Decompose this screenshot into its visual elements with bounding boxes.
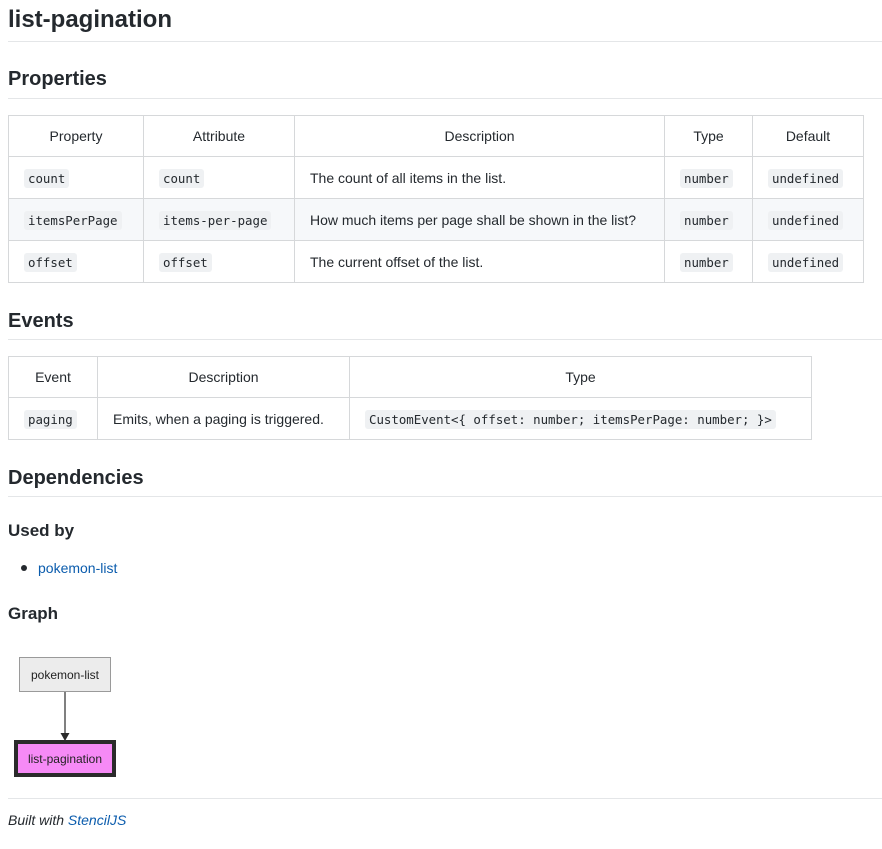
default-value: undefined (768, 168, 844, 188)
graph-node-label: list-pagination (27, 751, 103, 766)
column-header: Type (349, 356, 812, 398)
column-header: Type (664, 115, 753, 157)
page-title: list-pagination (8, 6, 172, 33)
column-header: Description (97, 356, 350, 398)
graph-heading: Graph (8, 604, 59, 623)
table-row: paging Emits, when a paging is triggered… (8, 397, 812, 440)
type-name: number (680, 168, 733, 188)
property-cell: offset (8, 240, 144, 283)
table-row: offset offset The current offset of the … (8, 240, 864, 283)
graph-node-list-pagination: list-pagination (14, 740, 116, 777)
column-header: Property (8, 115, 144, 157)
graph-node-label: pokemon-list (30, 667, 100, 682)
description-cell: Emits, when a paging is triggered. (97, 397, 350, 440)
bullet-icon (21, 565, 27, 571)
type-cell: number (664, 156, 753, 199)
footer-divider (8, 798, 882, 799)
type-name: number (680, 210, 733, 230)
default-value: undefined (768, 252, 844, 272)
attribute-cell: count (143, 156, 295, 199)
default-value: undefined (768, 210, 844, 230)
events-heading: Events (8, 310, 74, 332)
default-cell: undefined (752, 198, 864, 241)
attribute-name: count (159, 168, 205, 188)
events-divider (8, 339, 882, 340)
column-header: Description (294, 115, 665, 157)
type-name: CustomEvent<{ offset: number; itemsPerPa… (365, 409, 776, 429)
description-cell: How much items per page shall be shown i… (294, 198, 665, 241)
events-table: Event Description Type paging Emits, whe… (8, 356, 812, 440)
used-by-list: pokemon-list (8, 560, 117, 576)
footer: Built with StencilJS (8, 812, 126, 828)
type-cell: CustomEvent<{ offset: number; itemsPerPa… (349, 397, 812, 440)
column-header: Attribute (143, 115, 295, 157)
events-header-row: Event Description Type (8, 356, 812, 398)
attribute-cell: items-per-page (143, 198, 295, 241)
table-row: count count The count of all items in th… (8, 156, 864, 199)
dependencies-heading: Dependencies (8, 467, 144, 489)
property-name: itemsPerPage (24, 210, 122, 230)
dependencies-divider (8, 496, 882, 497)
properties-header-row: Property Attribute Description Type Defa… (8, 115, 864, 157)
event-name: paging (24, 409, 77, 429)
description-cell: The count of all items in the list. (294, 156, 665, 199)
list-item: pokemon-list (8, 560, 117, 576)
attribute-name: offset (159, 252, 212, 272)
graph-node-pokemon-list: pokemon-list (19, 657, 111, 692)
pokemon-list-link[interactable]: pokemon-list (38, 560, 117, 576)
column-header: Default (752, 115, 864, 157)
properties-table: Property Attribute Description Type Defa… (8, 115, 864, 283)
type-cell: number (664, 240, 753, 283)
footer-text: Built with (8, 812, 65, 828)
readme-page: list-pagination Properties Property Attr… (0, 0, 882, 849)
attribute-cell: offset (143, 240, 295, 283)
property-name: offset (24, 252, 77, 272)
properties-divider (8, 98, 882, 99)
type-name: number (680, 252, 733, 272)
property-cell: count (8, 156, 144, 199)
type-cell: number (664, 198, 753, 241)
stenciljs-link[interactable]: StencilJS (68, 812, 126, 828)
properties-heading: Properties (8, 68, 107, 90)
property-name: count (24, 168, 70, 188)
title-divider (8, 41, 882, 42)
table-row: itemsPerPage items-per-page How much ite… (8, 198, 864, 241)
event-cell: paging (8, 397, 98, 440)
default-cell: undefined (752, 240, 864, 283)
description-cell: The current offset of the list. (294, 240, 665, 283)
default-cell: undefined (752, 156, 864, 199)
attribute-name: items-per-page (159, 210, 272, 230)
property-cell: itemsPerPage (8, 198, 144, 241)
column-header: Event (8, 356, 98, 398)
used-by-heading: Used by (8, 521, 75, 540)
